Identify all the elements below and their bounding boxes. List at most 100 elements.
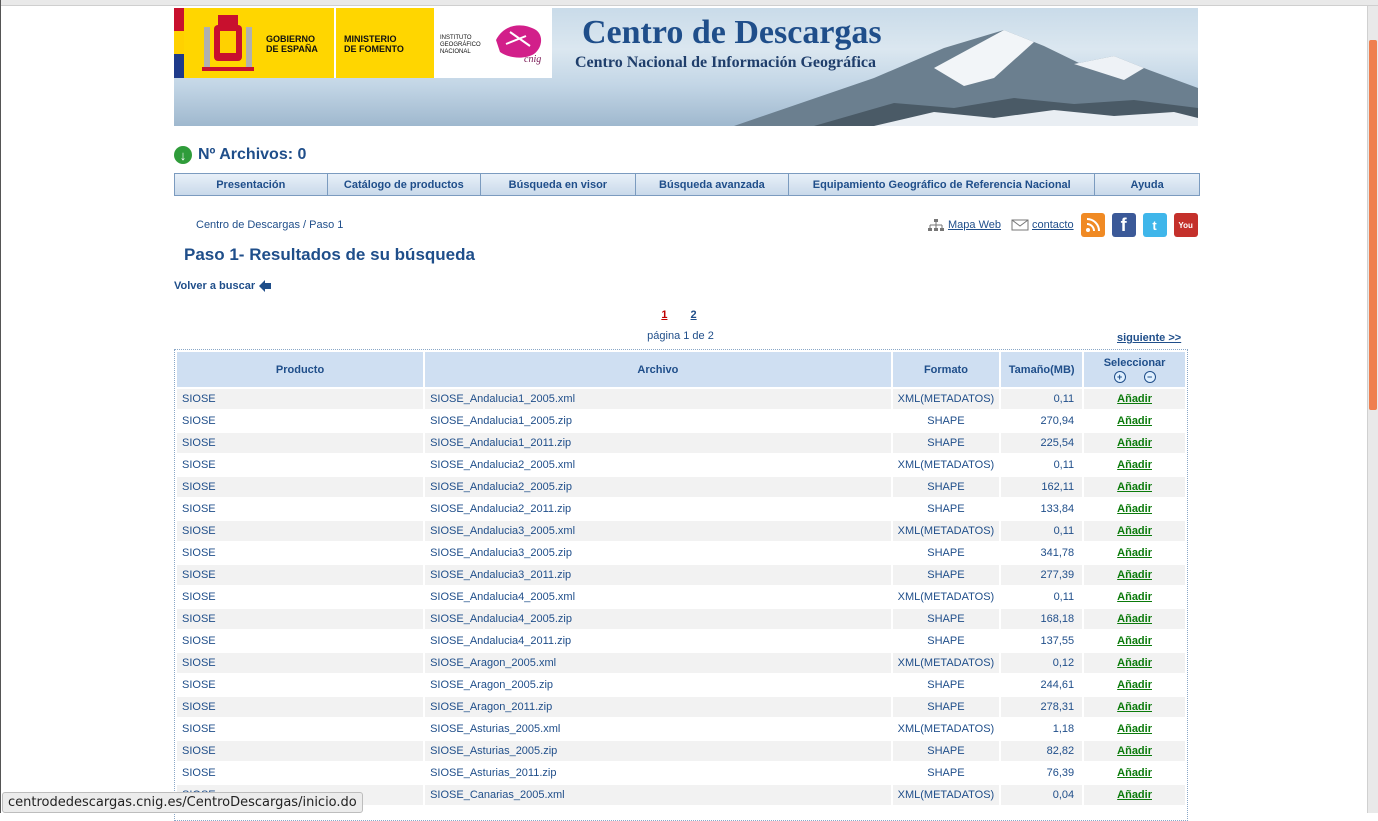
table-row: SIOSE SIOSE_Andalucia2_2005.zip SHAPE 162,1… xyxy=(177,477,1185,497)
add-button[interactable]: Añadir xyxy=(1117,657,1152,669)
back-to-search-link[interactable]: Volver a buscar xyxy=(174,280,272,292)
menu-ayuda[interactable]: Ayuda xyxy=(1095,174,1199,195)
add-button[interactable]: Añadir xyxy=(1117,723,1152,735)
coat-of-arms-icon xyxy=(202,15,254,71)
table-row: SIOSE SIOSE_Andalucia3_2011.zip SHAPE 277,3… xyxy=(177,565,1185,585)
back-arrow-icon xyxy=(259,280,272,292)
files-counter[interactable]: ↓ Nº Archivos: 0 xyxy=(174,146,306,164)
cell-seleccionar: Añadir xyxy=(1084,719,1185,739)
add-button[interactable]: Añadir xyxy=(1117,459,1152,471)
cell-seleccionar: Añadir xyxy=(1084,631,1185,651)
pagination: 1 2 xyxy=(174,309,1184,321)
menu-equipamiento[interactable]: Equipamiento Geográfico de Referencia Na… xyxy=(789,174,1096,195)
add-button[interactable]: Añadir xyxy=(1117,393,1152,405)
table-row: SIOSE SIOSE_Andalucia4_2005.xml XML(METADA… xyxy=(177,587,1185,607)
twitter-icon[interactable]: t xyxy=(1142,213,1167,237)
cell-tamano: 0,12 xyxy=(1001,653,1083,673)
cell-seleccionar: Añadir xyxy=(1084,389,1185,409)
add-button[interactable]: Añadir xyxy=(1117,635,1152,647)
ign-logo[interactable]: INSTITUTO GEOGRÁFICO NACIONAL cnig xyxy=(436,8,552,78)
cell-archivo: SIOSE_Asturias_2005.xml xyxy=(425,719,891,739)
cell-producto: SIOSE xyxy=(177,565,424,585)
table-row: SIOSE SIOSE_Aragon_2005.xml XML(METADATOS)… xyxy=(177,653,1185,673)
cell-seleccionar: Añadir xyxy=(1084,653,1185,673)
breadcrumb-home[interactable]: Centro de Descargas xyxy=(196,219,300,231)
menu-presentacion[interactable]: Presentación xyxy=(175,174,328,195)
table-row: SIOSE SIOSE_Andalucia1_2011.zip SHAPE 225,5… xyxy=(177,433,1185,453)
add-button[interactable]: Añadir xyxy=(1117,569,1152,581)
cell-tamano: 0,11 xyxy=(1001,587,1083,607)
cell-tamano: 0,11 xyxy=(1001,521,1083,541)
back-to-search-label: Volver a buscar xyxy=(174,280,256,292)
menu-catalogo[interactable]: Catálogo de productos xyxy=(328,174,482,195)
add-button[interactable]: Añadir xyxy=(1117,789,1152,801)
add-button[interactable]: Añadir xyxy=(1117,525,1152,537)
menu-busqueda-visor[interactable]: Búsqueda en visor xyxy=(481,174,636,195)
select-all-icon[interactable]: + xyxy=(1113,370,1126,383)
add-button[interactable]: Añadir xyxy=(1117,481,1152,493)
cell-archivo: SIOSE_Aragon_2005.zip xyxy=(425,675,891,695)
mapa-web-link[interactable]: Mapa Web xyxy=(948,219,1001,231)
table-row: SIOSE SIOSE_Andalucia2_2011.zip SHAPE 133,8… xyxy=(177,499,1185,519)
menu-busqueda-avanzada[interactable]: Búsqueda avanzada xyxy=(636,174,790,195)
flag-icon xyxy=(174,8,184,78)
cell-producto: SIOSE xyxy=(177,631,424,651)
page-link-2[interactable]: 2 xyxy=(691,309,697,321)
scrollbar-track[interactable] xyxy=(1367,6,1378,813)
rss-icon[interactable] xyxy=(1080,213,1105,237)
cell-formato: XML(METADATOS) xyxy=(892,521,1000,541)
cell-tamano: 76,39 xyxy=(1001,763,1083,783)
add-button[interactable]: Añadir xyxy=(1117,503,1152,515)
cell-tamano: 137,55 xyxy=(1001,631,1083,651)
ministerio-logo[interactable]: MINISTERIO DE FOMENTO xyxy=(336,8,434,78)
col-archivo: Archivo xyxy=(425,352,891,387)
ign-text: INSTITUTO GEOGRÁFICO NACIONAL xyxy=(440,35,481,55)
cell-producto: SIOSE xyxy=(177,521,424,541)
breadcrumb: Centro de Descargas / Paso 1 xyxy=(196,219,343,231)
gobierno-logo[interactable]: GOBIERNO DE ESPAÑA xyxy=(184,8,334,78)
cell-archivo: SIOSE_Andalucia1_2011.zip xyxy=(425,433,891,453)
cell-formato: SHAPE xyxy=(892,697,1000,717)
contacto-link[interactable]: contacto xyxy=(1032,219,1074,231)
cell-producto: SIOSE xyxy=(177,697,424,717)
download-arrow-icon: ↓ xyxy=(174,146,192,164)
cell-archivo: SIOSE_Andalucia2_2005.xml xyxy=(425,455,891,475)
page-link-1[interactable]: 1 xyxy=(661,309,667,321)
cell-seleccionar: Añadir xyxy=(1084,697,1185,717)
table-row: SIOSE SIOSE_Asturias_2005.xml XML(METADATO… xyxy=(177,719,1185,739)
youtube-icon[interactable]: You xyxy=(1173,213,1198,237)
add-button[interactable]: Añadir xyxy=(1117,613,1152,625)
cell-archivo: SIOSE_Aragon_2011.zip xyxy=(425,697,891,717)
add-button[interactable]: Añadir xyxy=(1117,415,1152,427)
cell-archivo: SIOSE_Andalucia2_2005.zip xyxy=(425,477,891,497)
cell-seleccionar: Añadir xyxy=(1084,587,1185,607)
cell-producto: SIOSE xyxy=(177,587,424,607)
next-page-link[interactable]: siguiente >> xyxy=(1117,332,1181,344)
deselect-all-icon[interactable]: − xyxy=(1143,370,1156,383)
add-button[interactable]: Añadir xyxy=(1117,767,1152,779)
cell-formato: SHAPE xyxy=(892,631,1000,651)
add-button[interactable]: Añadir xyxy=(1117,437,1152,449)
add-button[interactable]: Añadir xyxy=(1117,547,1152,559)
cell-formato: SHAPE xyxy=(892,763,1000,783)
scrollbar-thumb[interactable] xyxy=(1369,40,1377,410)
col-seleccionar-label: Seleccionar xyxy=(1103,356,1166,369)
add-button[interactable]: Añadir xyxy=(1117,745,1152,757)
cell-seleccionar: Añadir xyxy=(1084,565,1185,585)
results-table-container: Producto Archivo Formato Tamaño(MB) Sele… xyxy=(174,349,1188,821)
cell-formato: SHAPE xyxy=(892,741,1000,761)
table-row: SIOSE SIOSE_Asturias_2011.zip SHAPE 76,39 Añ… xyxy=(177,763,1185,783)
cell-archivo: SIOSE_Canarias_2005.xml xyxy=(425,785,891,805)
cell-tamano: 0,11 xyxy=(1001,389,1083,409)
add-button[interactable]: Añadir xyxy=(1117,591,1152,603)
cell-seleccionar: Añadir xyxy=(1084,543,1185,563)
cell-producto: SIOSE xyxy=(177,455,424,475)
facebook-icon[interactable]: f xyxy=(1111,213,1136,237)
add-button[interactable]: Añadir xyxy=(1117,701,1152,713)
main-menu: Presentación Catálogo de productos Búsqu… xyxy=(174,173,1200,196)
add-button[interactable]: Añadir xyxy=(1117,679,1152,691)
cell-tamano: 270,94 xyxy=(1001,411,1083,431)
cell-formato: XML(METADATOS) xyxy=(892,587,1000,607)
cell-producto: SIOSE xyxy=(177,719,424,739)
cell-formato: SHAPE xyxy=(892,675,1000,695)
